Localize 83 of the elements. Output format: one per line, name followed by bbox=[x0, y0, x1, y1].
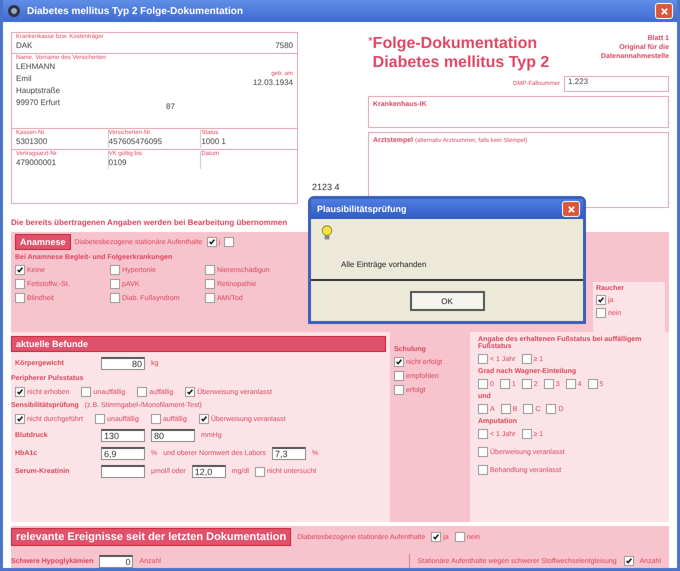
address-line: LEHMANN bbox=[16, 61, 56, 73]
checkbox[interactable] bbox=[478, 379, 488, 389]
checkbox[interactable] bbox=[588, 379, 598, 389]
field-value: 479000001 bbox=[16, 157, 58, 169]
address-line: 99970 Erfurt bbox=[16, 97, 62, 109]
app-icon bbox=[7, 4, 21, 18]
insurer-value: DAK bbox=[16, 40, 32, 52]
field-value: 457605476095 bbox=[108, 136, 164, 148]
diastolic-field[interactable]: 80 bbox=[151, 429, 195, 442]
weight-field[interactable]: 80 bbox=[101, 357, 145, 370]
code-text: 2123 4 bbox=[312, 182, 340, 192]
address-line: Emil bbox=[16, 73, 33, 85]
checkbox[interactable] bbox=[15, 279, 25, 289]
checkbox[interactable] bbox=[15, 414, 25, 424]
checkbox[interactable] bbox=[454, 532, 465, 542]
checkbox[interactable] bbox=[478, 447, 488, 457]
field-value: 0109 bbox=[108, 157, 128, 169]
close-button[interactable] bbox=[562, 201, 580, 217]
checkbox[interactable] bbox=[150, 414, 161, 424]
checkbox[interactable] bbox=[522, 429, 532, 439]
checkbox[interactable] bbox=[500, 404, 511, 414]
checkbox[interactable] bbox=[185, 387, 196, 397]
checkbox[interactable] bbox=[137, 387, 148, 397]
checkbox[interactable] bbox=[110, 279, 120, 289]
section-title: aktuelle Befunde bbox=[11, 336, 386, 352]
case-number-field[interactable]: 1.223 bbox=[564, 76, 669, 92]
field-value: 1000 1 bbox=[201, 136, 227, 148]
section-title: Anamnese bbox=[15, 234, 71, 250]
checkbox[interactable] bbox=[522, 379, 532, 389]
checkbox[interactable] bbox=[478, 465, 488, 475]
dialog-message: Alle Einträge vorhanden bbox=[341, 260, 426, 271]
checkbox[interactable] bbox=[394, 371, 404, 381]
birth-date: 12.03.1934 bbox=[252, 77, 293, 89]
ok-button[interactable]: OK bbox=[410, 291, 484, 311]
notice-text: Die bereits übertragenen Angaben werden bei Bearbeitung übernommen bbox=[11, 218, 288, 228]
checkbox[interactable] bbox=[544, 379, 554, 389]
checkbox[interactable] bbox=[15, 265, 25, 275]
checkbox[interactable] bbox=[596, 308, 606, 318]
document-title: Diabetes mellitus Typ 2 bbox=[372, 53, 550, 72]
address-line: Hauptstraße bbox=[16, 85, 62, 97]
checkbox[interactable] bbox=[596, 295, 606, 305]
insurer-code: 7580 bbox=[275, 40, 293, 52]
systolic-field[interactable]: 130 bbox=[101, 429, 145, 442]
checkbox[interactable] bbox=[523, 404, 534, 414]
checkbox[interactable] bbox=[254, 466, 265, 476]
checkbox[interactable] bbox=[110, 293, 120, 303]
window-title: Diabetes mellitus Typ 2 Folge-Dokumentation bbox=[27, 6, 244, 16]
checkbox[interactable] bbox=[431, 532, 442, 542]
dialog-title: Plausibilitätsprüfung bbox=[317, 204, 407, 214]
checkbox[interactable] bbox=[15, 293, 25, 303]
hypoglycemia-field[interactable]: 0 bbox=[99, 554, 134, 568]
checkbox[interactable] bbox=[624, 556, 634, 566]
title-mark: * bbox=[368, 34, 373, 50]
checkbox[interactable] bbox=[198, 414, 209, 424]
reference-field[interactable]: 7,3 bbox=[272, 447, 306, 460]
close-icon bbox=[660, 6, 668, 16]
checkbox[interactable] bbox=[205, 265, 215, 275]
checkbox[interactable] bbox=[522, 354, 532, 364]
creatinine-field[interactable]: 12,0 bbox=[192, 465, 226, 478]
close-icon bbox=[566, 204, 576, 214]
hba1c-field[interactable]: 6,9 bbox=[101, 447, 145, 460]
checkbox[interactable] bbox=[205, 293, 215, 303]
checkbox[interactable] bbox=[205, 279, 215, 289]
checkbox[interactable] bbox=[500, 379, 510, 389]
checkbox[interactable] bbox=[224, 237, 234, 247]
checkbox[interactable] bbox=[478, 354, 488, 364]
checkbox[interactable] bbox=[206, 237, 217, 247]
checkbox[interactable] bbox=[478, 429, 488, 439]
close-button[interactable] bbox=[655, 3, 673, 19]
field-value: 5301300 bbox=[16, 136, 48, 148]
checkbox[interactable] bbox=[15, 387, 25, 397]
checkbox[interactable] bbox=[95, 414, 106, 424]
checkbox[interactable] bbox=[110, 265, 120, 275]
checkbox[interactable] bbox=[478, 404, 488, 414]
checkbox[interactable] bbox=[394, 385, 404, 395]
checkbox[interactable] bbox=[546, 404, 556, 414]
section-title: relevante Ereignisse seit der letzten Dokumentation bbox=[11, 528, 292, 546]
checkbox[interactable] bbox=[566, 379, 576, 389]
document-title: Folge-Dokumentation bbox=[372, 34, 538, 53]
checkbox[interactable] bbox=[394, 357, 404, 367]
checkbox[interactable] bbox=[81, 387, 92, 397]
house-number: 87 bbox=[166, 101, 175, 113]
creatinine-field[interactable] bbox=[101, 465, 145, 478]
